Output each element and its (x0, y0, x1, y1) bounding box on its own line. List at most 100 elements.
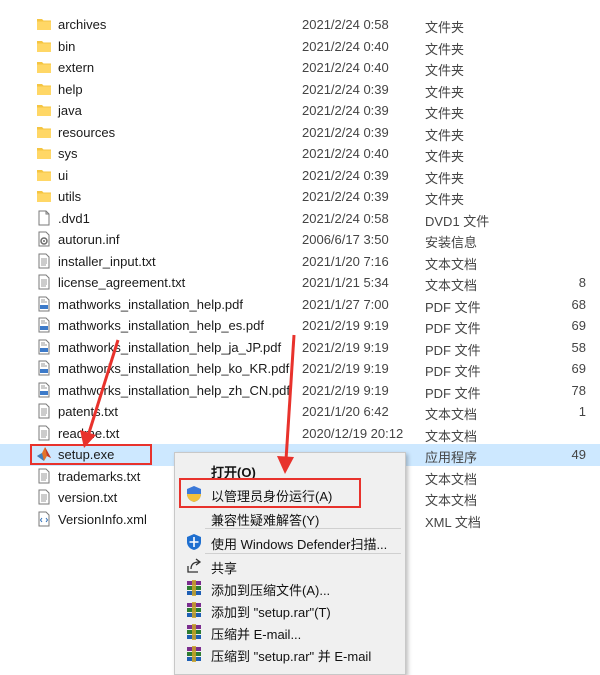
file-type: 文本文档 (425, 493, 478, 508)
file-date: 2021/2/24 0:40 (302, 146, 389, 161)
file-row-mathworks-installation-help-pdf[interactable]: mathworks_installation_help.pdf 2021/1/27… (0, 294, 600, 316)
file-row-java[interactable]: java 2021/2/24 0:39 文件夹 (0, 100, 600, 122)
file-row-resources[interactable]: resources 2021/2/24 0:39 文件夹 (0, 122, 600, 144)
file-date: 2021/2/24 0:58 (302, 17, 389, 32)
file-name: ui (58, 167, 69, 183)
file-size: 58 (571, 339, 586, 355)
file-row-help[interactable]: help 2021/2/24 0:39 文件夹 (0, 79, 600, 101)
context-menu-label: 兼容性疑难解答(Y) (211, 513, 320, 528)
file-row-dvd1[interactable]: .dvd1 2021/2/24 0:58 DVD1 文件 (0, 208, 600, 230)
file-size: 78 (571, 382, 586, 398)
file-name: license_agreement.txt (58, 275, 186, 290)
folder-icon (36, 102, 52, 118)
file-date: 2021/2/24 0:39 (302, 167, 389, 183)
file-name: sys (58, 146, 78, 161)
file-row-license-agreement-txt[interactable]: license_agreement.txt 2021/1/21 5:34 文本文档 8 (0, 272, 600, 294)
file-type: 文件夹 (425, 20, 465, 35)
winrar-icon (185, 645, 203, 663)
text-file-icon (36, 489, 52, 505)
file-row-extern[interactable]: extern 2021/2/24 0:40 文件夹 (0, 57, 600, 79)
file-name: help (58, 81, 83, 97)
file-row-utils[interactable]: utils 2021/2/24 0:39 文件夹 (0, 186, 600, 208)
file-type: 文本文档 (425, 471, 478, 487)
context-menu-label: 添加到压缩文件(A)... (211, 583, 331, 598)
context-menu-label: 压缩并 E-mail... (211, 627, 302, 642)
file-name: readme.txt (58, 425, 120, 441)
file-date: 2021/2/24 0:58 (302, 210, 389, 226)
file-name: archives (58, 17, 107, 32)
folder-icon (36, 124, 52, 140)
file-date: 2021/2/19 9:19 (302, 318, 389, 333)
file-date: 2021/2/19 9:19 (302, 361, 389, 376)
file-row-installer-input-txt[interactable]: installer_input.txt 2021/1/20 7:16 文本文档 (0, 251, 600, 273)
file-date: 2021/2/24 0:39 (302, 124, 389, 140)
blank-file-icon (36, 210, 52, 226)
file-type: 文件夹 (425, 63, 465, 78)
text-file-icon (36, 253, 52, 269)
text-file-icon (36, 468, 52, 484)
file-type: PDF 文件 (425, 321, 481, 336)
setup-info-file-icon (36, 231, 52, 247)
file-type: PDF 文件 (425, 385, 481, 401)
context-menu-item-4[interactable]: 共享 (175, 555, 405, 577)
file-row-bin[interactable]: bin 2021/2/24 0:40 文件夹 (0, 36, 600, 58)
file-date: 2021/2/24 0:39 (302, 103, 389, 118)
file-row-mathworks-installation-help-ja-jp-pdf[interactable]: mathworks_installation_help_ja_JP.pdf 202… (0, 337, 600, 359)
context-menu-item-7[interactable]: 压缩并 E-mail... (175, 621, 405, 643)
context-menu-item-3[interactable]: 使用 Windows Defender扫描... (175, 531, 405, 553)
file-type: PDF 文件 (425, 299, 481, 315)
text-file-icon (36, 425, 52, 441)
file-date: 2021/2/24 0:39 (302, 189, 389, 204)
file-type: 文件夹 (425, 192, 465, 207)
file-row-mathworks-installation-help-es-pdf[interactable]: mathworks_installation_help_es.pdf 2021/2… (0, 315, 600, 337)
share-icon (185, 557, 203, 575)
folder-icon (36, 188, 52, 204)
file-size: 69 (571, 318, 586, 333)
winrar-icon (185, 579, 203, 597)
text-file-icon (36, 403, 52, 419)
context-menu-item-8[interactable]: 压缩到 "setup.rar" 并 E-mail (175, 643, 405, 665)
file-name: trademarks.txt (58, 468, 141, 484)
file-name: mathworks_installation_help_es.pdf (58, 318, 264, 333)
context-menu-label: 添加到 "setup.rar"(T) (211, 605, 331, 620)
file-date: 2021/2/19 9:19 (302, 339, 389, 355)
file-size: 68 (571, 296, 586, 312)
file-type: 文本文档 (425, 278, 478, 293)
context-menu-item-5[interactable]: 添加到压缩文件(A)... (175, 577, 405, 599)
file-type: 文件夹 (425, 127, 465, 143)
context-menu-item-2[interactable]: 兼容性疑难解答(Y) (175, 507, 405, 529)
file-row-mathworks-installation-help-ko-kr-pdf[interactable]: mathworks_installation_help_ko_KR.pdf 202… (0, 358, 600, 380)
file-name: mathworks_installation_help_zh_CN.pdf (58, 382, 290, 398)
file-row-mathworks-installation-help-zh-cn-pdf[interactable]: mathworks_installation_help_zh_CN.pdf 202… (0, 380, 600, 402)
file-date: 2006/6/17 3:50 (302, 232, 389, 247)
file-name: java (58, 103, 82, 118)
folder-icon (36, 16, 52, 32)
menu-separator (205, 528, 401, 529)
file-name: mathworks_installation_help_ko_KR.pdf (58, 361, 290, 376)
context-menu-label: 使用 Windows Defender扫描... (211, 537, 388, 552)
file-type: 应用程序 (425, 450, 478, 465)
pdf-file-icon (36, 382, 52, 398)
file-date: 2021/1/20 7:16 (302, 253, 389, 269)
file-row-ui[interactable]: ui 2021/2/24 0:39 文件夹 (0, 165, 600, 187)
file-type: 文件夹 (425, 170, 465, 186)
text-file-icon (36, 274, 52, 290)
file-name: extern (58, 60, 95, 75)
file-type: PDF 文件 (425, 342, 481, 358)
file-row-readme-txt[interactable]: readme.txt 2020/12/19 20:12 文本文档 (0, 423, 600, 445)
file-type: 安装信息 (425, 235, 478, 250)
xml-file-icon (36, 511, 52, 527)
folder-icon (36, 59, 52, 75)
file-date: 2020/12/19 20:12 (302, 425, 404, 441)
file-date: 2021/2/24 0:40 (302, 60, 389, 75)
file-row-sys[interactable]: sys 2021/2/24 0:40 文件夹 (0, 143, 600, 165)
folder-icon (36, 81, 52, 97)
file-row-archives[interactable]: archives 2021/2/24 0:58 文件夹 (0, 14, 600, 36)
file-date: 2021/2/24 0:39 (302, 81, 389, 97)
file-row-patents-txt[interactable]: patents.txt 2021/1/20 6:42 文本文档 1 (0, 401, 600, 423)
file-row-autorun-inf[interactable]: autorun.inf 2006/6/17 3:50 安装信息 (0, 229, 600, 251)
context-menu-item-6[interactable]: 添加到 "setup.rar"(T) (175, 599, 405, 621)
file-type: 文本文档 (425, 428, 478, 444)
file-type: DVD1 文件 (425, 213, 490, 229)
file-date: 2021/2/19 9:19 (302, 382, 389, 398)
